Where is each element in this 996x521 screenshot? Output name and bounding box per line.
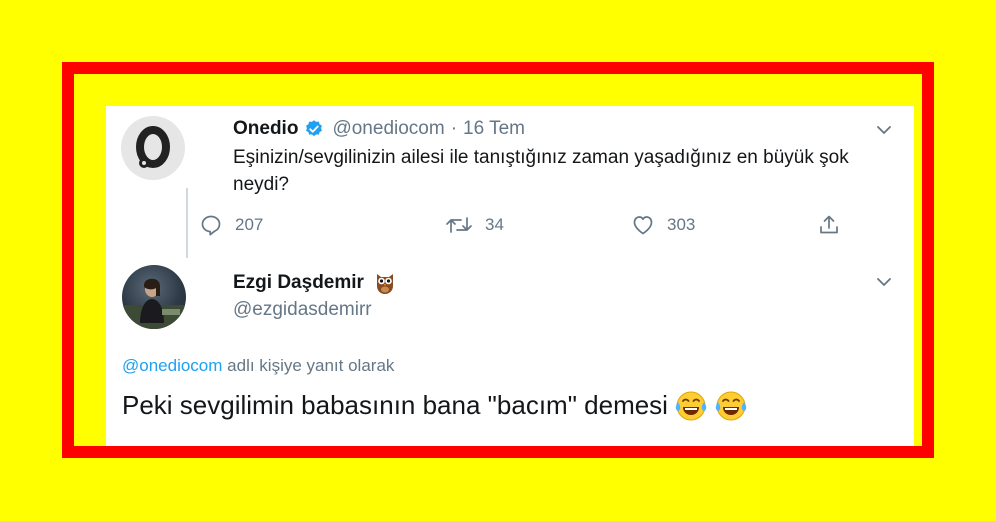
tweet2-body: Peki sevgilimin babasının bana "bacım" d… [122,388,748,422]
face-with-tears-of-joy-icon [674,388,708,422]
tweet2-author-name[interactable]: Ezgi Daşdemir [233,272,364,294]
tweet1-author-name[interactable]: Onedio [233,118,298,140]
reply-count: 207 [235,215,264,234]
like-count: 303 [667,215,696,234]
yellow-margin: Onedio @onediocom · 16 Tem Eşinizin/sevg… [74,74,922,446]
reply-icon [201,215,221,236]
tweet-card: Onedio @onediocom · 16 Tem Eşinizin/sevg… [106,106,914,446]
replying-to: @onediocom adlı kişiye yanıt olarak [122,356,394,376]
reply-to-link[interactable]: @onediocom [122,356,222,375]
chevron-down-icon[interactable] [874,272,894,292]
red-frame: Onedio @onediocom · 16 Tem Eşinizin/sevg… [62,62,934,458]
avatar-photo [122,278,186,329]
verified-badge-icon [304,119,324,139]
tweet1-date[interactable]: 16 Tem [463,118,525,140]
tweet1-header: Onedio @onediocom · 16 Tem [233,116,525,142]
tweet1-handle[interactable]: @onediocom [332,118,444,140]
heart-icon [633,216,653,235]
reply-button[interactable]: 207 [199,210,263,240]
tweet1-text: Eşinizin/sevgilinizin ailesi ile tanıştı… [233,147,849,195]
retweet-button[interactable]: 34 [445,210,504,240]
onedio-logo-icon [136,126,170,168]
share-button[interactable] [817,210,841,240]
retweet-icon [446,217,472,233]
tweet2-handle[interactable]: @ezgidasdemirr [233,299,372,321]
tweet2-text: Peki sevgilimin babasının bana "bacım" d… [122,389,668,420]
owl-icon [374,271,396,295]
ezgi-avatar[interactable] [122,265,186,329]
like-button[interactable]: 303 [631,210,695,240]
chevron-down-icon[interactable] [874,120,894,140]
face-with-tears-of-joy-icon [714,388,748,422]
reply-to-label: adlı kişiye yanıt olarak [222,356,395,375]
tweet1-actions: 207 34 303 [201,210,838,240]
retweet-count: 34 [485,215,504,234]
separator-dot: · [450,118,458,139]
share-icon [820,215,838,234]
onedio-avatar[interactable] [121,116,185,180]
tweet2-header: Ezgi Daşdemir [233,270,396,296]
thread-line [186,188,188,258]
